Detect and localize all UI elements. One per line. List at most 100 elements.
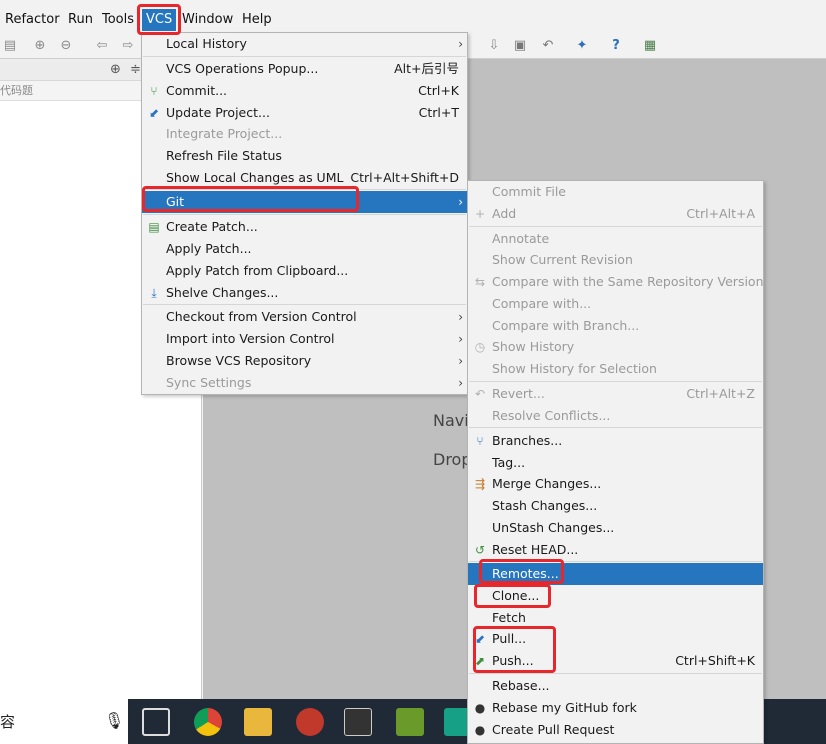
menu-item-label: Compare with the Same Repository Version	[492, 274, 764, 289]
vcs-update-icon[interactable]: ⇩	[486, 38, 502, 54]
menu-item-label: Create Pull Request	[492, 722, 615, 737]
vcs-menu-item-refresh-file-status[interactable]: Refresh File Status	[142, 145, 467, 167]
vcs-menu-item-import-into-version-control[interactable]: Import into Version Control ›	[142, 328, 467, 350]
git-menu-item-compare-with-the-same-repository-version: ⇆ Compare with the Same Repository Versio…	[468, 271, 764, 293]
git-menu-item-unstash-changes[interactable]: UnStash Changes...	[468, 517, 763, 539]
menu-item-label: Clone...	[492, 588, 540, 603]
app-icon[interactable]	[296, 708, 324, 736]
git-menu-item-pull[interactable]: ⬋ Pull...	[468, 628, 763, 650]
menu-item-label: Show Local Changes as UML	[166, 170, 344, 185]
git-menu-item-remotes[interactable]: Remotes...	[468, 563, 763, 585]
git-menu-item-create-pull-request[interactable]: ● Create Pull Request	[468, 719, 763, 741]
menu-item-label: Commit...	[166, 83, 228, 98]
explorer-icon[interactable]	[244, 708, 272, 736]
menu-item-label: UnStash Changes...	[492, 520, 615, 535]
menu-separator	[469, 226, 762, 227]
menu-item-label: Rebase my GitHub fork	[492, 700, 637, 715]
forward-icon[interactable]: ⇨	[120, 38, 136, 54]
pull-icon: ⬋	[474, 632, 486, 646]
git-menu-item-reset-head[interactable]: ↺ Reset HEAD...	[468, 539, 763, 561]
submenu-arrow-icon: ›	[458, 195, 463, 209]
menu-item-label: Annotate	[492, 231, 550, 246]
menu-item-shortcut: Ctrl+Alt+Z	[686, 386, 755, 401]
chrome-icon[interactable]	[194, 708, 222, 736]
git-menu-item-merge-changes[interactable]: ⇶ Merge Changes...	[468, 473, 763, 495]
vcs-history-icon[interactable]: ▣	[512, 38, 528, 54]
github-icon: ●	[474, 723, 486, 737]
compare-icon: ⇆	[474, 275, 486, 289]
menu-item-label: Show History	[492, 339, 575, 354]
vcs-menu-item-commit[interactable]: ⑂ Commit... Ctrl+K	[142, 80, 467, 102]
vcs-menu-item-apply-patch-from-clipboard[interactable]: Apply Patch from Clipboard...	[142, 260, 467, 282]
structure-icon[interactable]: ✦	[574, 38, 590, 54]
target-icon[interactable]: ⊕	[110, 62, 121, 77]
menu-tools[interactable]: Tools	[102, 11, 134, 29]
vcs-menu-item-browse-vcs-repository[interactable]: Browse VCS Repository ›	[142, 350, 467, 372]
submenu-arrow-icon: ›	[458, 310, 463, 324]
menu-item-label: Commit File	[492, 184, 566, 199]
project-structure-icon[interactable]: ▦	[642, 38, 658, 54]
menu-vcs[interactable]: VCS	[142, 9, 177, 31]
task-view-icon[interactable]	[142, 708, 170, 736]
menu-item-label: Branches...	[492, 433, 563, 448]
menu-separator	[469, 673, 762, 674]
back-icon[interactable]: ⇦	[94, 38, 110, 54]
menu-help[interactable]: Help	[242, 11, 272, 29]
vcs-menu-item-show-local-changes-as-uml[interactable]: Show Local Changes as UML Ctrl+Alt+Shift+…	[142, 167, 467, 189]
git-menu-item-fetch[interactable]: Fetch	[468, 607, 763, 629]
github-icon: ●	[474, 701, 486, 715]
menu-window[interactable]: Window	[182, 11, 233, 29]
git-menu-item-rebase[interactable]: Rebase...	[468, 675, 763, 697]
vcs-menu-item-checkout-from-version-control[interactable]: Checkout from Version Control ›	[142, 306, 467, 328]
vcs-menu-item-shelve-changes[interactable]: ⤓ Shelve Changes...	[142, 282, 467, 304]
menu-separator	[469, 561, 762, 562]
vcs-menu-item-vcs-operations-popup[interactable]: VCS Operations Popup... Alt+后引号	[142, 58, 467, 80]
video-icon[interactable]	[344, 708, 372, 736]
vcs-menu-item-local-history[interactable]: Local History ›	[142, 33, 467, 55]
terminal-icon[interactable]	[396, 708, 424, 736]
git-menu-item-show-history: ◷ Show History	[468, 336, 763, 358]
menu-separator	[143, 304, 466, 305]
zoom-in-icon[interactable]: ⊕	[32, 38, 48, 54]
git-menu-item-revert: ↶ Revert... Ctrl+Alt+Z	[468, 383, 763, 405]
revert-icon[interactable]: ↶	[540, 38, 556, 54]
menu-refactor[interactable]: Refactor	[5, 11, 60, 29]
git-menu-item-stash-changes[interactable]: Stash Changes...	[468, 495, 763, 517]
menu-item-label: Refresh File Status	[166, 148, 282, 163]
revert-icon: ↶	[474, 387, 486, 401]
history-icon: ◷	[474, 340, 486, 354]
git-menu-item-rebase-my-github-fork[interactable]: ● Rebase my GitHub fork	[468, 697, 763, 719]
microphone-icon[interactable]: 🎙	[104, 711, 124, 730]
git-menu-item-compare-with: Compare with...	[468, 293, 763, 315]
menu-item-label: Push...	[492, 653, 534, 668]
git-menu-item-branches[interactable]: ⑂ Branches...	[468, 430, 763, 452]
git-menu-item-show-current-revision: Show Current Revision	[468, 249, 763, 271]
zoom-out-icon[interactable]: ⊖	[58, 38, 74, 54]
vcs-menu-item-update-project[interactable]: ⬋ Update Project... Ctrl+T	[142, 102, 467, 124]
menu-item-label: Resolve Conflicts...	[492, 408, 611, 423]
menu-item-label: Create Patch...	[166, 219, 258, 234]
help-icon[interactable]: ?	[608, 38, 624, 54]
collapse-icon[interactable]: ≑	[130, 62, 141, 77]
git-menu-item-clone[interactable]: Clone...	[468, 585, 763, 607]
menu-item-shortcut: Ctrl+T	[418, 105, 459, 120]
menu-item-label: Import into Version Control	[166, 331, 335, 346]
submenu-arrow-icon: ›	[458, 376, 463, 390]
menu-item-label: Local History	[166, 36, 247, 51]
menu-item-label: Remotes...	[492, 566, 559, 581]
vcs-menu-item-integrate-project: Integrate Project...	[142, 123, 467, 145]
menu-run[interactable]: Run	[68, 11, 93, 29]
menu-item-label: Add	[492, 206, 517, 221]
vcs-menu-item-create-patch[interactable]: ▤ Create Patch...	[142, 216, 467, 238]
git-menu-item-push[interactable]: ⬈ Push... Ctrl+Shift+K	[468, 650, 763, 672]
shelve-icon: ⤓	[151, 286, 157, 300]
vcs-menu-item-apply-patch[interactable]: Apply Patch...	[142, 238, 467, 260]
git-menu-item-tag[interactable]: Tag...	[468, 452, 763, 474]
push-icon: ⬈	[474, 654, 486, 668]
menu-item-label: Sync Settings	[166, 375, 252, 390]
add-icon: +	[474, 207, 486, 221]
copy-icon[interactable]: ▤	[2, 38, 18, 54]
vcs-menu-item-git[interactable]: Git ›	[142, 191, 467, 213]
menu-separator	[143, 189, 466, 190]
git-menu-item-show-history-for-selection: Show History for Selection	[468, 358, 763, 380]
